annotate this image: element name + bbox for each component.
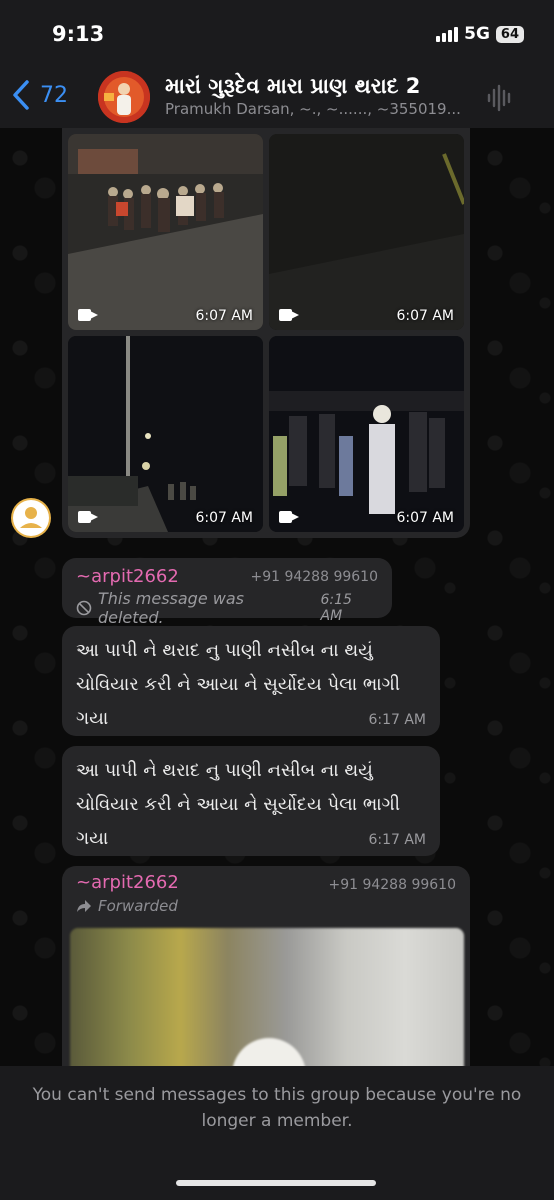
blurred-image[interactable] [70, 928, 464, 1068]
forward-arrow-icon [77, 900, 91, 912]
message-time: 6:15 AM [320, 592, 352, 624]
deleted-notice: This message was deleted. 6:15 AM [76, 589, 378, 627]
blocked-icon [76, 600, 92, 616]
deleted-message-bubble[interactable]: ~arpit2662 +91 94288 99610 This message … [62, 558, 392, 627]
video-camera-icon [279, 308, 299, 322]
status-time: 9:13 [52, 22, 105, 46]
network-type: 5G [464, 24, 490, 44]
person-icon [13, 500, 49, 536]
group-avatar-image [98, 71, 150, 123]
message-text-line: આ પાપી ને થરાદ નુ પાણી નસીબ ના થયું [76, 640, 373, 661]
group-avatar[interactable] [98, 71, 150, 123]
message-time: 6:17 AM [368, 832, 426, 848]
video-time: 6:07 AM [396, 510, 454, 526]
video-frame [269, 336, 464, 532]
message-bubble[interactable]: આ પાપી ને થરાદ નુ પાણી નસીબ ના થયું ચોવિ… [62, 746, 440, 856]
message-text-line: ચોવિયાર કરી ને આયા ને સૂર્યોદય પેલા ભાગી [76, 674, 400, 695]
forwarded-message-bubble[interactable]: ~arpit2662 +91 94288 99610 Forwarded [62, 866, 470, 1068]
media-album: 6:07 AM 6:07 AM 6:07 AM 6:07 AM [62, 128, 470, 538]
forwarded-text: Forwarded [98, 897, 178, 915]
chevron-left-icon [13, 80, 29, 110]
chat-header: 72 મારાં ગુરૂદેવ મારા પ્રાણ થરાદ 2 Pramu… [0, 70, 554, 128]
video-camera-icon [78, 510, 98, 524]
sender-phone: +91 94288 99610 [328, 877, 456, 893]
message-time: 6:17 AM [368, 712, 426, 728]
video-thumbnail[interactable]: 6:07 AM [68, 336, 263, 532]
battery-icon: 64 [495, 25, 524, 43]
video-time: 6:07 AM [396, 308, 454, 324]
signal-icon [436, 26, 459, 42]
status-bar: 9:13 5G 64 [0, 0, 554, 70]
sender-phone: +91 94288 99610 [250, 569, 378, 585]
video-frame [269, 134, 464, 330]
group-title[interactable]: મારાં ગુરૂદેવ મારા પ્રાણ થરાદ 2 [165, 74, 420, 99]
unread-count: 72 [40, 82, 68, 108]
chat-area[interactable]: 6:07 AM 6:07 AM 6:07 AM 6:07 AM ~arpit26… [0, 128, 554, 1068]
message-bubble[interactable]: આ પાપી ને થરાદ નુ પાણી નસીબ ના થયું ચોવિ… [62, 626, 440, 736]
back-button[interactable]: 72 [10, 78, 68, 112]
video-time: 6:07 AM [195, 308, 253, 324]
deleted-text: This message was deleted. [97, 589, 244, 627]
message-text-line: ગયા [76, 708, 109, 729]
video-frame [68, 336, 263, 532]
status-indicators: 5G 64 [436, 24, 524, 44]
message-text-line: ચોવિયાર કરી ને આયા ને સૂર્યોદય પેલા ભાગી [76, 794, 400, 815]
video-time: 6:07 AM [195, 510, 253, 526]
video-thumbnail[interactable]: 6:07 AM [269, 336, 464, 532]
video-thumbnail[interactable]: 6:07 AM [68, 134, 263, 330]
video-thumbnail[interactable]: 6:07 AM [269, 134, 464, 330]
message-text-line: આ પાપી ને થરાદ નુ પાણી નસીબ ના થયું [76, 760, 373, 781]
video-camera-icon [78, 308, 98, 322]
message-text-line: ગયા [76, 828, 109, 849]
forwarded-label: Forwarded [76, 897, 456, 915]
group-members[interactable]: Pramukh Darsan, ~., ~......, ~355019... [165, 100, 475, 118]
sender-avatar[interactable] [11, 498, 51, 538]
video-camera-icon [279, 510, 299, 524]
voice-chat-icon[interactable] [486, 84, 514, 112]
home-indicator[interactable] [176, 1180, 376, 1186]
video-frame [68, 134, 263, 330]
not-member-notice: You can't send messages to this group be… [32, 1085, 522, 1131]
